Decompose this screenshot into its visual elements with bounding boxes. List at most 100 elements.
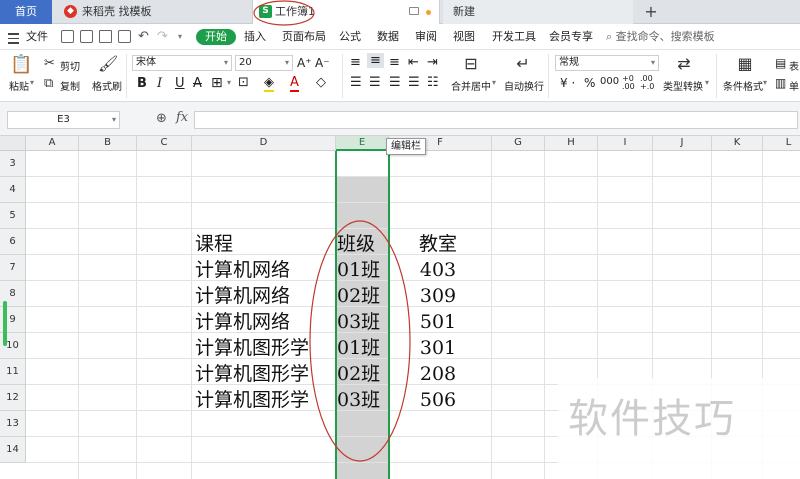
number-format-select[interactable]: 常规 ▾ xyxy=(555,55,659,71)
italic-button[interactable]: I xyxy=(157,76,162,91)
align-center-icon[interactable]: ☰ xyxy=(369,75,381,90)
align-bottom-icon[interactable]: ≡ xyxy=(389,55,400,70)
add-tab-button[interactable]: + xyxy=(640,0,662,24)
copy-button[interactable]: 复制 xyxy=(60,78,80,93)
border-icon[interactable]: ⊞ xyxy=(211,75,223,91)
increase-font-icon[interactable]: A⁺ xyxy=(297,56,312,70)
table-cell-course[interactable]: 计算机网络 xyxy=(195,257,290,283)
menu-data[interactable]: 数据 xyxy=(377,24,399,50)
menu-developer[interactable]: 开发工具 xyxy=(492,24,536,50)
header-class[interactable]: 班级 xyxy=(337,231,375,257)
special-format-icon[interactable]: ⊡ xyxy=(238,75,249,90)
paste-icon[interactable]: 📋 xyxy=(10,54,32,75)
table-style-button[interactable]: 表 xyxy=(789,58,799,73)
table-cell-course[interactable]: 计算机网络 xyxy=(195,283,290,309)
tab-home[interactable]: 首页 xyxy=(0,0,52,24)
command-search[interactable]: ⌕ 查找命令、搜索模板 xyxy=(606,24,715,50)
redo-icon[interactable]: ↷ xyxy=(157,24,168,50)
cell-style-icon[interactable]: ▥ xyxy=(775,76,786,90)
wrap-text-button[interactable]: 自动换行 xyxy=(504,78,544,93)
column-header-d[interactable]: D xyxy=(192,136,336,151)
underline-button[interactable]: U xyxy=(175,76,185,91)
print-preview-icon[interactable] xyxy=(118,30,131,43)
indent-increase-icon[interactable]: ⇥ xyxy=(427,55,438,70)
column-header-h[interactable]: H xyxy=(545,136,598,151)
row-header-11[interactable]: 11 xyxy=(0,359,26,385)
currency-icon[interactable]: ¥ · xyxy=(560,76,575,90)
indent-decrease-icon[interactable]: ⇤ xyxy=(408,55,419,70)
undo-icon[interactable]: ↶ xyxy=(138,24,149,50)
header-classroom[interactable]: 教室 xyxy=(408,231,468,257)
font-color-icon[interactable]: A xyxy=(290,75,299,92)
table-cell-room[interactable]: 403 xyxy=(408,257,468,283)
align-middle-icon[interactable]: ≡ xyxy=(367,53,384,68)
distributed-icon[interactable]: ☷ xyxy=(427,75,439,90)
name-box[interactable]: E3 ▾ xyxy=(7,111,120,129)
decrease-decimal-icon[interactable]: .00 +.0 xyxy=(640,75,654,91)
decrease-font-icon[interactable]: A⁻ xyxy=(315,56,330,70)
align-left-icon[interactable]: ☰ xyxy=(350,75,362,90)
tab-template-store[interactable]: ◆ 来稻壳 找模板 xyxy=(56,0,196,24)
row-header-13[interactable]: 13 xyxy=(0,411,26,437)
column-header-i[interactable]: I xyxy=(598,136,653,151)
table-cell-course[interactable]: 计算机图形学 xyxy=(195,387,309,413)
cell-style-button[interactable]: 单 xyxy=(789,78,799,93)
row-header-3[interactable]: 3 xyxy=(0,151,26,177)
column-header-l[interactable]: L xyxy=(763,136,800,151)
table-cell-class[interactable]: 01班 xyxy=(337,335,380,361)
fill-color-icon[interactable]: ◈ xyxy=(264,75,274,92)
row-header-12[interactable]: 12 xyxy=(0,385,26,411)
menu-formulas[interactable]: 公式 xyxy=(339,24,361,50)
header-course[interactable]: 课程 xyxy=(195,231,233,257)
table-cell-course[interactable]: 计算机网络 xyxy=(195,309,290,335)
table-cell-class[interactable]: 01班 xyxy=(337,257,380,283)
format-painter-button[interactable]: 格式刷 xyxy=(92,78,122,93)
table-cell-room[interactable]: 301 xyxy=(408,335,468,361)
menu-page-layout[interactable]: 页面布局 xyxy=(282,24,326,50)
chevron-down-icon[interactable]: ▾ xyxy=(763,78,767,87)
menu-insert[interactable]: 插入 xyxy=(244,24,266,50)
percent-icon[interactable]: % xyxy=(584,76,595,90)
column-header-c[interactable]: C xyxy=(137,136,192,151)
chevron-down-icon[interactable]: ▾ xyxy=(492,78,496,87)
conditional-format-button[interactable]: 条件格式 xyxy=(723,78,763,93)
chevron-down-icon[interactable]: ▾ xyxy=(227,78,231,87)
print-icon[interactable] xyxy=(99,30,112,43)
merge-center-button[interactable]: 合并居中 xyxy=(451,78,491,93)
justify-icon[interactable]: ☰ xyxy=(408,75,420,90)
hamburger-menu-icon[interactable] xyxy=(8,24,22,50)
table-cell-room[interactable]: 506 xyxy=(408,387,468,413)
window-mode-icon[interactable] xyxy=(409,7,419,15)
table-cell-room[interactable]: 501 xyxy=(408,309,468,335)
row-header-14[interactable]: 14 xyxy=(0,437,26,463)
table-cell-room[interactable]: 208 xyxy=(408,361,468,387)
table-cell-class[interactable]: 02班 xyxy=(337,361,380,387)
formula-input[interactable] xyxy=(194,111,798,129)
strikethrough-icon[interactable]: A xyxy=(193,76,202,91)
column-header-g[interactable]: G xyxy=(492,136,545,151)
increase-decimal-icon[interactable]: +0.00 xyxy=(622,75,635,91)
paste-button[interactable]: 粘贴 xyxy=(9,78,29,93)
row-header-4[interactable]: 4 xyxy=(0,177,26,203)
table-cell-class[interactable]: 03班 xyxy=(337,309,380,335)
insert-function-icon[interactable]: fx xyxy=(176,110,188,125)
align-top-icon[interactable]: ≡ xyxy=(350,55,361,70)
type-convert-button[interactable]: 类型转换 xyxy=(663,78,703,93)
menu-view[interactable]: 视图 xyxy=(453,24,475,50)
table-cell-class[interactable]: 02班 xyxy=(337,283,380,309)
row-header-7[interactable]: 7 xyxy=(0,255,26,281)
export-pdf-icon[interactable] xyxy=(80,30,93,43)
row-header-6[interactable]: 6 xyxy=(0,229,26,255)
chevron-down-icon[interactable]: ▾ xyxy=(705,78,709,87)
thousands-icon[interactable]: 000 xyxy=(600,76,619,87)
column-header-a[interactable]: A xyxy=(26,136,79,151)
zoom-icon[interactable]: ⊕ xyxy=(156,111,167,126)
quick-access-dropdown-icon[interactable]: ▾ xyxy=(178,24,182,50)
select-all-corner[interactable] xyxy=(0,136,26,151)
font-size-select[interactable]: 20 ▾ xyxy=(235,55,293,71)
menu-start[interactable]: 开始 xyxy=(196,29,236,45)
column-header-e[interactable]: E xyxy=(336,136,389,151)
column-header-b[interactable]: B xyxy=(79,136,137,151)
tab-new[interactable]: 新建 xyxy=(443,0,633,24)
column-header-j[interactable]: J xyxy=(653,136,712,151)
